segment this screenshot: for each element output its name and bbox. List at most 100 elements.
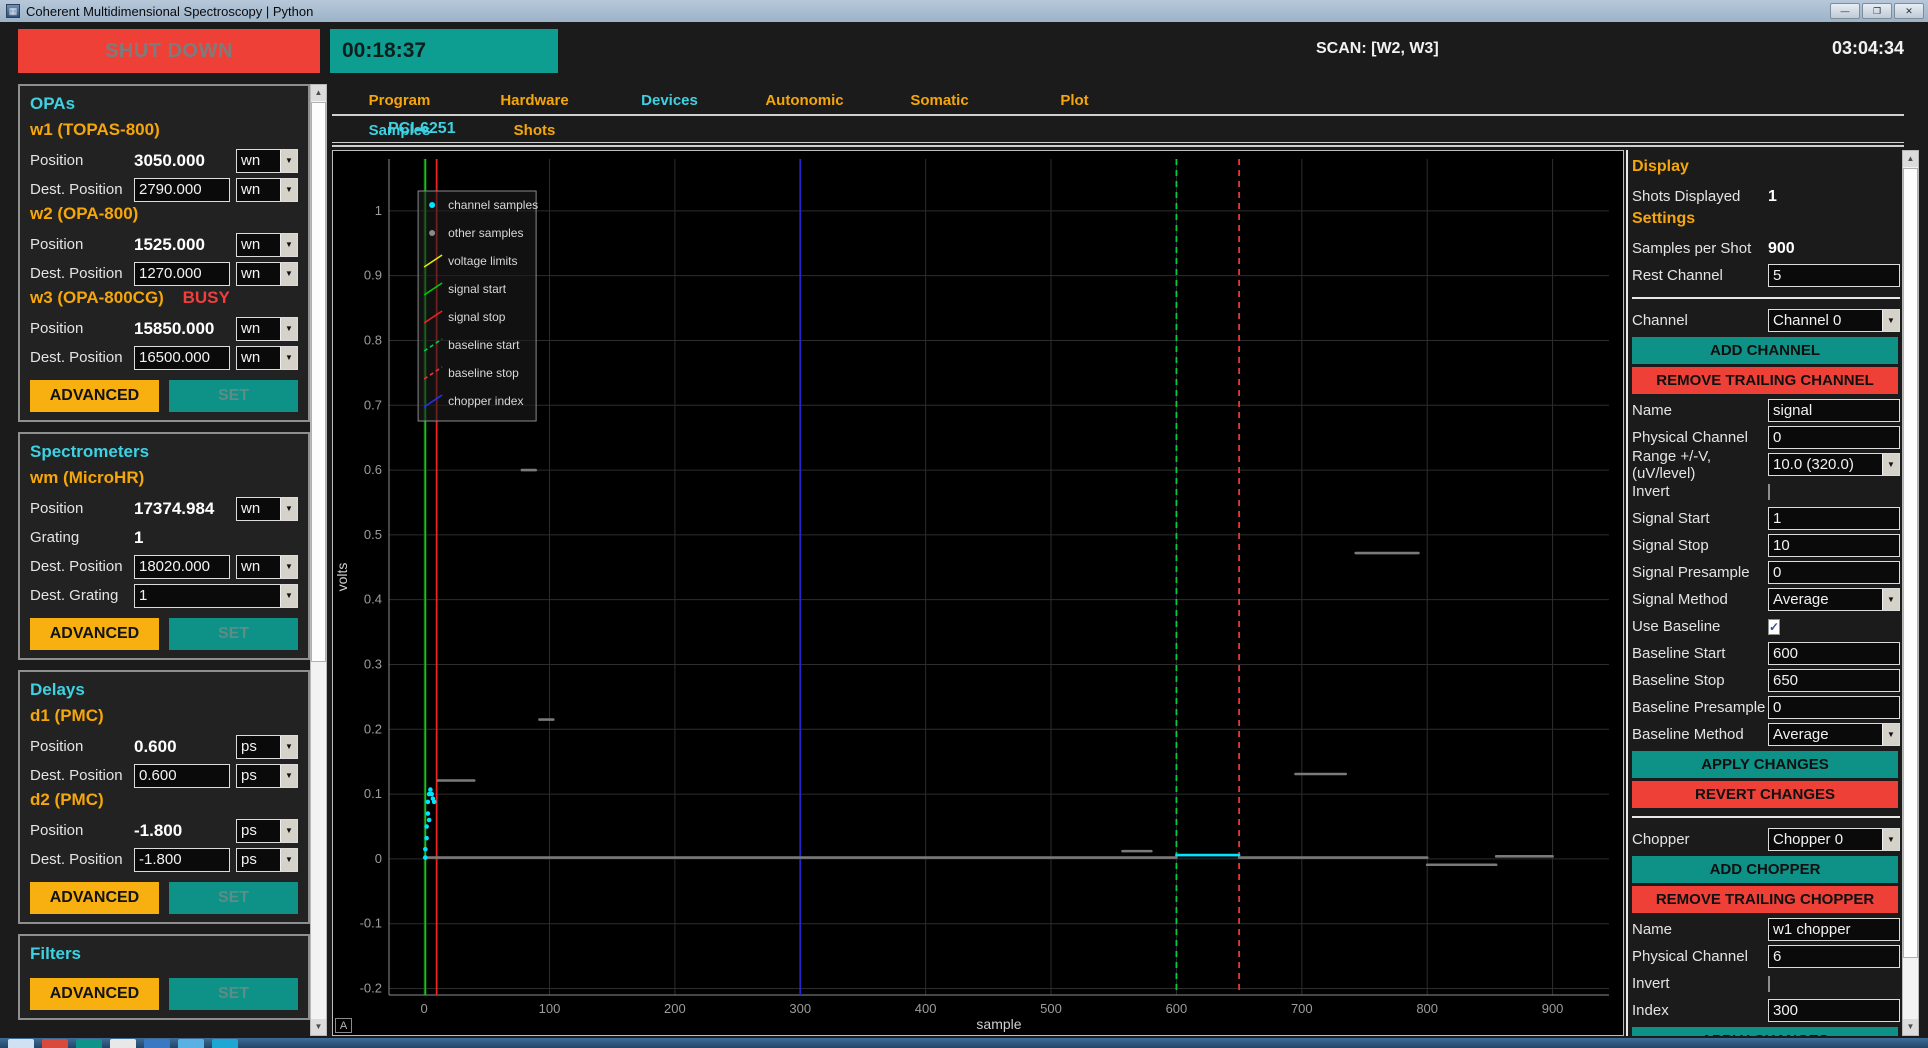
scroll-up-icon[interactable]: ▲ xyxy=(311,85,326,101)
w2-dest-units-select[interactable]: wn ▼ xyxy=(236,262,298,286)
baseline-method-select[interactable]: Average▼ xyxy=(1768,723,1900,746)
w3-units-select[interactable]: wn ▼ xyxy=(236,317,298,341)
apply-changes-button[interactable]: APPLY CHANGES xyxy=(1632,751,1898,778)
window-titlebar[interactable]: ▦ Coherent Multidimensional Spectroscopy… xyxy=(0,0,1928,22)
chevron-down-icon: ▼ xyxy=(1882,829,1899,850)
autoscale-button[interactable]: A xyxy=(335,1018,352,1033)
tab-hardware[interactable]: Hardware xyxy=(467,88,602,114)
chopper-apply-changes-button[interactable]: APPLY CHANGES xyxy=(1632,1027,1898,1036)
filters-advanced-button[interactable]: ADVANCED xyxy=(30,978,159,1010)
delays-set-button[interactable]: SET xyxy=(169,882,298,914)
invert-label: Invert xyxy=(1632,483,1768,500)
w1-dest-row: Dest. Position wn ▼ xyxy=(30,175,298,204)
chevron-down-icon: ▼ xyxy=(280,234,297,256)
d1-units-select[interactable]: ps ▼ xyxy=(236,735,298,759)
taskbar-icon-6[interactable] xyxy=(178,1039,204,1048)
w3-position-row: Position 15850.000 wn ▼ xyxy=(30,314,298,343)
tab-samples[interactable]: Samples xyxy=(332,118,467,144)
wm-units-select[interactable]: wn ▼ xyxy=(236,497,298,521)
signal-start-input[interactable] xyxy=(1768,507,1900,530)
samples-plot-canvas[interactable]: -0.2-0.100.10.20.30.40.50.60.70.80.91010… xyxy=(333,151,1623,1035)
d2-dest-input[interactable] xyxy=(134,848,230,872)
spectrometers-advanced-button[interactable]: ADVANCED xyxy=(30,618,159,650)
tab-shots[interactable]: Shots xyxy=(467,118,602,144)
tab-devices[interactable]: Devices xyxy=(602,88,737,114)
tab-plot[interactable]: Plot xyxy=(1007,88,1142,114)
settings-scrollbar[interactable]: ▲ ▼ xyxy=(1902,150,1919,1036)
svg-text:channel samples: channel samples xyxy=(448,198,538,212)
scroll-down-icon[interactable]: ▼ xyxy=(1903,1019,1918,1035)
close-button[interactable]: ✕ xyxy=(1894,3,1924,19)
wm-dest-grating-select[interactable]: 1 ▼ xyxy=(134,584,298,608)
rest-channel-input[interactable] xyxy=(1768,264,1900,287)
taskbar-icon-7[interactable] xyxy=(212,1039,238,1048)
invert-checkbox[interactable] xyxy=(1768,484,1770,500)
signal-stop-input[interactable] xyxy=(1768,534,1900,557)
w3-dest-units-select[interactable]: wn ▼ xyxy=(236,346,298,370)
d1-dest-units-select[interactable]: ps ▼ xyxy=(236,764,298,788)
taskbar-icon-1[interactable] xyxy=(8,1039,34,1048)
physical-channel-label: Physical Channel xyxy=(1632,429,1768,446)
spectrometers-set-button[interactable]: SET xyxy=(169,618,298,650)
w2-position-row: Position 1525.000 wn ▼ xyxy=(30,230,298,259)
minimize-button[interactable]: — xyxy=(1830,3,1860,19)
opas-set-button[interactable]: SET xyxy=(169,380,298,412)
remove-trailing-channel-button[interactable]: REMOVE TRAILING CHANNEL xyxy=(1632,367,1898,394)
scrollbar-thumb[interactable] xyxy=(311,102,326,662)
tab-somatic[interactable]: Somatic xyxy=(872,88,1007,114)
wm-dest-units-select[interactable]: wn ▼ xyxy=(236,555,298,579)
hardware-sidebar: OPAs w1 (TOPAS-800) Position 3050.000 wn… xyxy=(18,84,310,1036)
chopper-name-input[interactable] xyxy=(1768,918,1900,941)
channel-name-input[interactable] xyxy=(1768,399,1900,422)
chopper-physical-channel-input[interactable] xyxy=(1768,945,1900,968)
maximize-button[interactable]: ❐ xyxy=(1862,3,1892,19)
sidebar-scrollbar[interactable]: ▲ ▼ xyxy=(310,84,327,1036)
d2-dest-units-select[interactable]: ps ▼ xyxy=(236,848,298,872)
physical-channel-input[interactable] xyxy=(1768,426,1900,449)
scrollbar-thumb[interactable] xyxy=(1903,168,1918,958)
channel-select[interactable]: Channel 0▼ xyxy=(1768,309,1900,332)
baseline-presample-input[interactable] xyxy=(1768,696,1900,719)
scroll-up-icon[interactable]: ▲ xyxy=(1903,151,1918,167)
tab-autonomic[interactable]: Autonomic xyxy=(737,88,872,114)
use-baseline-label: Use Baseline xyxy=(1632,618,1768,635)
opas-advanced-button[interactable]: ADVANCED xyxy=(30,380,159,412)
signal-presample-input[interactable] xyxy=(1768,561,1900,584)
baseline-start-input[interactable] xyxy=(1768,642,1900,665)
filters-set-button[interactable]: SET xyxy=(169,978,298,1010)
taskbar-icon-3[interactable] xyxy=(76,1039,102,1048)
w1-dest-units-select[interactable]: wn ▼ xyxy=(236,178,298,202)
w2-dest-input[interactable] xyxy=(134,262,230,286)
taskbar[interactable] xyxy=(0,1038,1928,1048)
range-select[interactable]: 10.0 (320.0)▼ xyxy=(1768,453,1900,476)
d1-dest-input[interactable] xyxy=(134,764,230,788)
svg-text:600: 600 xyxy=(1166,1001,1188,1016)
index-input[interactable] xyxy=(1768,999,1900,1022)
chopper-select[interactable]: Chopper 0▼ xyxy=(1768,828,1900,851)
w1-dest-input[interactable] xyxy=(134,178,230,202)
delays-advanced-button[interactable]: ADVANCED xyxy=(30,882,159,914)
taskbar-icon-2[interactable] xyxy=(42,1039,68,1048)
shutdown-button[interactable]: SHUT DOWN xyxy=(18,29,320,73)
tab-program[interactable]: Program xyxy=(332,88,467,114)
chopper-invert-checkbox[interactable] xyxy=(1768,976,1770,992)
chevron-down-icon: ▼ xyxy=(1882,724,1899,745)
w3-dest-input[interactable] xyxy=(134,346,230,370)
w1-units-select[interactable]: wn ▼ xyxy=(236,149,298,173)
use-baseline-checkbox[interactable]: ✓ xyxy=(1768,619,1780,635)
divider xyxy=(1632,297,1900,299)
add-channel-button[interactable]: ADD CHANNEL xyxy=(1632,337,1898,364)
add-chopper-button[interactable]: ADD CHOPPER xyxy=(1632,856,1898,883)
w2-units-select[interactable]: wn ▼ xyxy=(236,233,298,257)
wm-dest-input[interactable] xyxy=(134,555,230,579)
signal-method-select[interactable]: Average▼ xyxy=(1768,588,1900,611)
scroll-down-icon[interactable]: ▼ xyxy=(311,1019,326,1035)
taskbar-icon-4[interactable] xyxy=(110,1039,136,1048)
taskbar-icon-5[interactable] xyxy=(144,1039,170,1048)
baseline-stop-input[interactable] xyxy=(1768,669,1900,692)
revert-changes-button[interactable]: REVERT CHANGES xyxy=(1632,781,1898,808)
d2-units-select[interactable]: ps ▼ xyxy=(236,819,298,843)
samples-plot[interactable]: -0.2-0.100.10.20.30.40.50.60.70.80.91010… xyxy=(332,150,1624,1036)
wm-dest-row: Dest. Position wn ▼ xyxy=(30,552,298,581)
remove-trailing-chopper-button[interactable]: REMOVE TRAILING CHOPPER xyxy=(1632,886,1898,913)
